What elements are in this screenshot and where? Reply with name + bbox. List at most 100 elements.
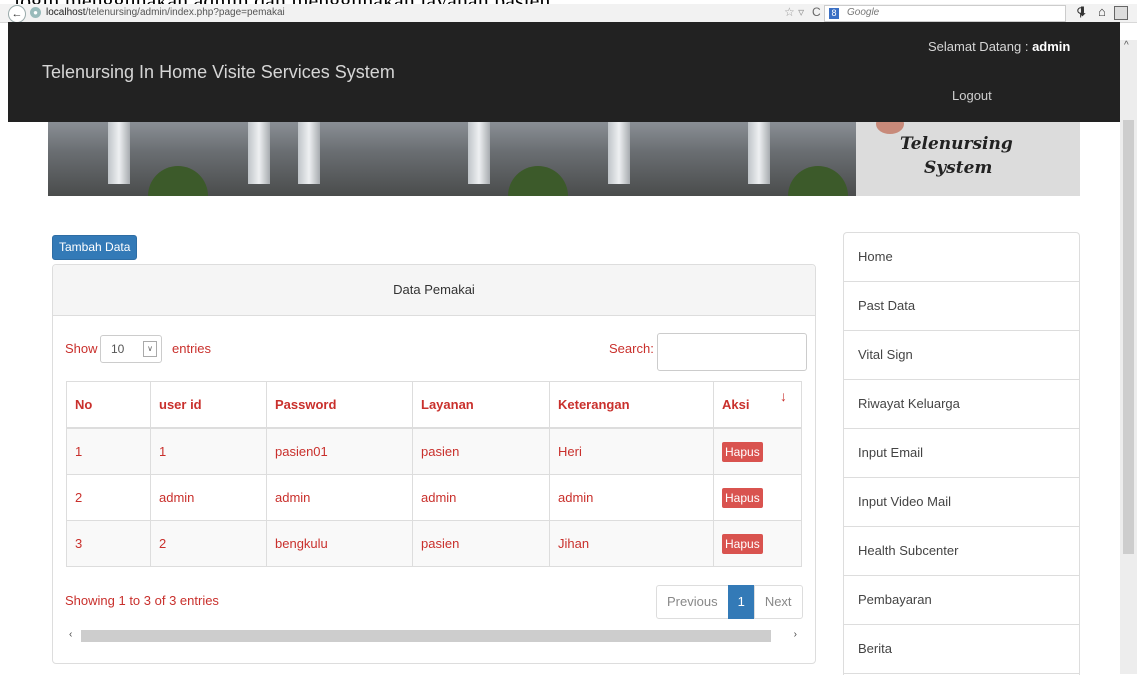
chevron-down-icon: ∨: [143, 341, 157, 357]
column-header-aksi-label: Aksi: [722, 397, 750, 412]
sidebar-item-pembayaran[interactable]: Pembayaran: [844, 576, 1079, 625]
page-length-value: 10: [111, 342, 125, 356]
scroll-right-arrow-icon[interactable]: ›: [794, 629, 797, 640]
next-page-button[interactable]: Next: [753, 585, 803, 619]
extension-icon[interactable]: [1114, 6, 1128, 20]
top-navbar: Telenursing In Home Visite Services Syst…: [8, 22, 1120, 122]
cell-layanan: pasien: [412, 427, 550, 475]
scroll-up-arrow-icon[interactable]: ^: [1124, 40, 1129, 51]
bookmark-star-icon[interactable]: ☆ ▿: [784, 5, 804, 19]
table-horizontal-scrollbar[interactable]: ‹ ›: [65, 629, 801, 643]
cell-password: pasien01: [266, 427, 413, 475]
home-icon[interactable]: ⌂: [1098, 4, 1106, 19]
sidebar-item-past-data[interactable]: Past Data: [844, 282, 1079, 331]
sidebar-item-riwayat-keluarga[interactable]: Riwayat Keluarga: [844, 380, 1079, 429]
scrollbar-thumb[interactable]: [1123, 120, 1134, 554]
column-header-user-id[interactable]: user id: [150, 381, 267, 429]
cell-user-id: 1: [150, 427, 267, 475]
back-arrow-icon[interactable]: ←: [8, 5, 26, 23]
sidebar-item-health-subcenter[interactable]: Health Subcenter: [844, 527, 1079, 576]
table-info: Showing 1 to 3 of 3 entries: [65, 593, 219, 608]
logo-text-line1: Telenursing: [900, 134, 1013, 154]
search-engine-placeholder: Google: [847, 7, 880, 18]
table-row: 1 1 pasien01 pasien Heri Hapus: [66, 427, 802, 475]
scroll-left-arrow-icon[interactable]: ‹: [69, 629, 72, 640]
cell-aksi: Hapus: [713, 427, 802, 475]
address-bar[interactable]: localhost/telenursing/admin/index.php?pa…: [46, 7, 285, 18]
entries-label: entries: [172, 341, 212, 356]
app-brand[interactable]: Telenursing In Home Visite Services Syst…: [42, 62, 395, 83]
banner-pillar: [748, 122, 770, 184]
cell-keterangan: admin: [549, 474, 714, 521]
table-row: 3 2 bengkulu pasien Jihan Hapus: [66, 520, 802, 567]
banner-logo: Telenursing System: [856, 122, 1080, 196]
site-globe-icon: ●: [30, 7, 41, 18]
cell-no: 1: [66, 427, 151, 475]
search-engine-badge: 8: [829, 8, 839, 19]
logo-text-line2: System: [924, 158, 993, 178]
pagination: Previous 1 Next: [656, 585, 803, 619]
banner-pillar: [248, 122, 270, 184]
banner-pillar: [108, 122, 130, 184]
url-host: localhost: [46, 7, 86, 18]
column-header-aksi[interactable]: Aksi ↓: [713, 381, 802, 429]
welcome-prefix: Selamat Datang :: [928, 39, 1033, 54]
url-path: /telenursing/admin/index.php?page=pemaka…: [85, 7, 285, 18]
search-label: Search:: [609, 341, 654, 356]
table-search-input[interactable]: [657, 333, 807, 371]
table-row: 2 admin admin admin admin Hapus: [66, 474, 802, 521]
cell-user-id: 2: [150, 520, 267, 567]
download-icon[interactable]: ⬇: [1077, 4, 1088, 20]
username: admin: [1032, 39, 1071, 54]
sidebar-item-input-email[interactable]: Input Email: [844, 429, 1079, 478]
cell-keterangan: Jihan: [549, 520, 714, 567]
cell-aksi: Hapus: [713, 520, 802, 567]
data-table: No user id Password Layanan Keterangan A…: [66, 381, 802, 567]
previous-page-button[interactable]: Previous: [656, 585, 729, 619]
welcome-message: Selamat Datang : admin: [928, 39, 1070, 54]
cell-aksi: Hapus: [713, 474, 802, 521]
cell-layanan: admin: [412, 474, 550, 521]
show-label: Show: [65, 341, 98, 356]
sidebar-item-home[interactable]: Home: [844, 233, 1079, 282]
delete-button[interactable]: Hapus: [722, 533, 763, 554]
column-header-keterangan[interactable]: Keterangan: [549, 381, 714, 429]
cell-no: 3: [66, 520, 151, 567]
banner-pillar: [608, 122, 630, 184]
sidebar-item-berita[interactable]: Berita: [844, 625, 1079, 674]
cell-layanan: pasien: [412, 520, 550, 567]
sidebar-item-input-video-mail[interactable]: Input Video Mail: [844, 478, 1079, 527]
banner-tree: [788, 166, 848, 196]
page-length-select[interactable]: 10 ∨: [100, 335, 162, 363]
sort-icon[interactable]: ↓: [780, 388, 787, 404]
column-header-password[interactable]: Password: [266, 381, 413, 429]
add-data-button[interactable]: Tambah Data: [52, 235, 138, 260]
logout-link[interactable]: Logout: [952, 88, 992, 103]
cell-no: 2: [66, 474, 151, 521]
table-header-row: No user id Password Layanan Keterangan A…: [66, 381, 802, 429]
data-panel: Data Pemakai Show 10 ∨ entries Search: N…: [52, 264, 816, 664]
cell-password: bengkulu: [266, 520, 413, 567]
banner-pillar: [298, 122, 320, 184]
banner-pillar: [468, 122, 490, 184]
browser-search-box[interactable]: 8 Google ⚲: [824, 5, 1085, 22]
reload-icon[interactable]: C: [812, 5, 821, 19]
sidebar-item-vital-sign[interactable]: Vital Sign: [844, 331, 1079, 380]
banner-tree: [508, 166, 568, 196]
cell-keterangan: Heri: [549, 427, 714, 475]
cell-password: admin: [266, 474, 413, 521]
panel-title: Data Pemakai: [53, 265, 815, 316]
banner-tree: [148, 166, 208, 196]
column-header-no[interactable]: No: [66, 381, 151, 429]
browser-toolbar: ← ● localhost/telenursing/admin/index.ph…: [0, 4, 1137, 23]
logo-mark: [876, 122, 904, 134]
sidebar-menu: Home Past Data Vital Sign Riwayat Keluar…: [843, 232, 1080, 675]
header-banner: Telenursing System: [48, 122, 1080, 196]
cell-user-id: admin: [150, 474, 267, 521]
page-button-current[interactable]: 1: [727, 585, 755, 619]
page-vertical-scrollbar[interactable]: ^: [1120, 40, 1137, 674]
delete-button[interactable]: Hapus: [722, 487, 763, 508]
column-header-layanan[interactable]: Layanan: [412, 381, 550, 429]
delete-button[interactable]: Hapus: [722, 441, 763, 462]
scrollbar-thumb[interactable]: [81, 630, 771, 642]
